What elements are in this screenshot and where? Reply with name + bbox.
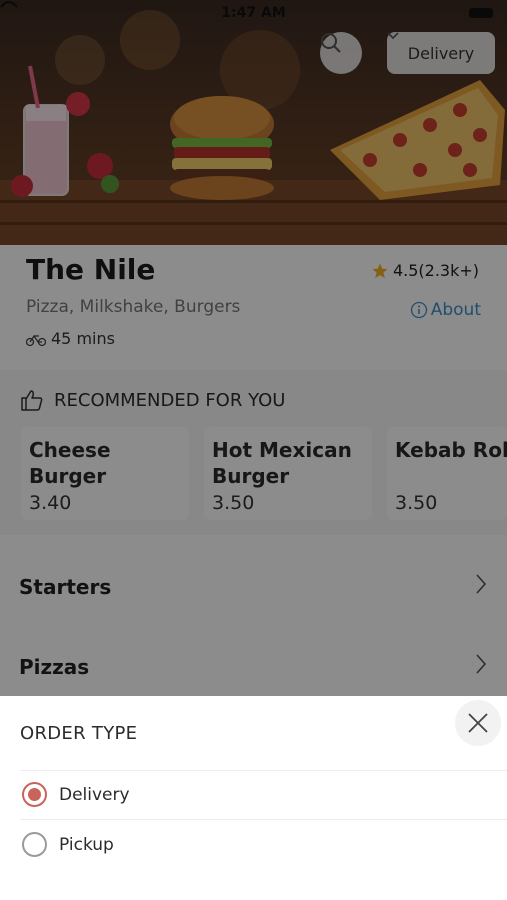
- radio-selected[interactable]: [22, 782, 47, 807]
- radio-unselected[interactable]: [22, 832, 47, 857]
- divider: [20, 770, 507, 771]
- divider: [20, 819, 507, 820]
- close-button[interactable]: [455, 700, 501, 746]
- close-icon: [468, 713, 488, 733]
- order-option-label: Pickup: [59, 834, 114, 855]
- order-option-pickup[interactable]: Pickup: [22, 832, 114, 857]
- order-option-delivery[interactable]: Delivery: [22, 782, 130, 807]
- order-option-label: Delivery: [59, 784, 130, 805]
- sheet-title: ORDER TYPE: [20, 723, 138, 744]
- order-type-sheet: ORDER TYPE Delivery Pickup: [0, 696, 507, 900]
